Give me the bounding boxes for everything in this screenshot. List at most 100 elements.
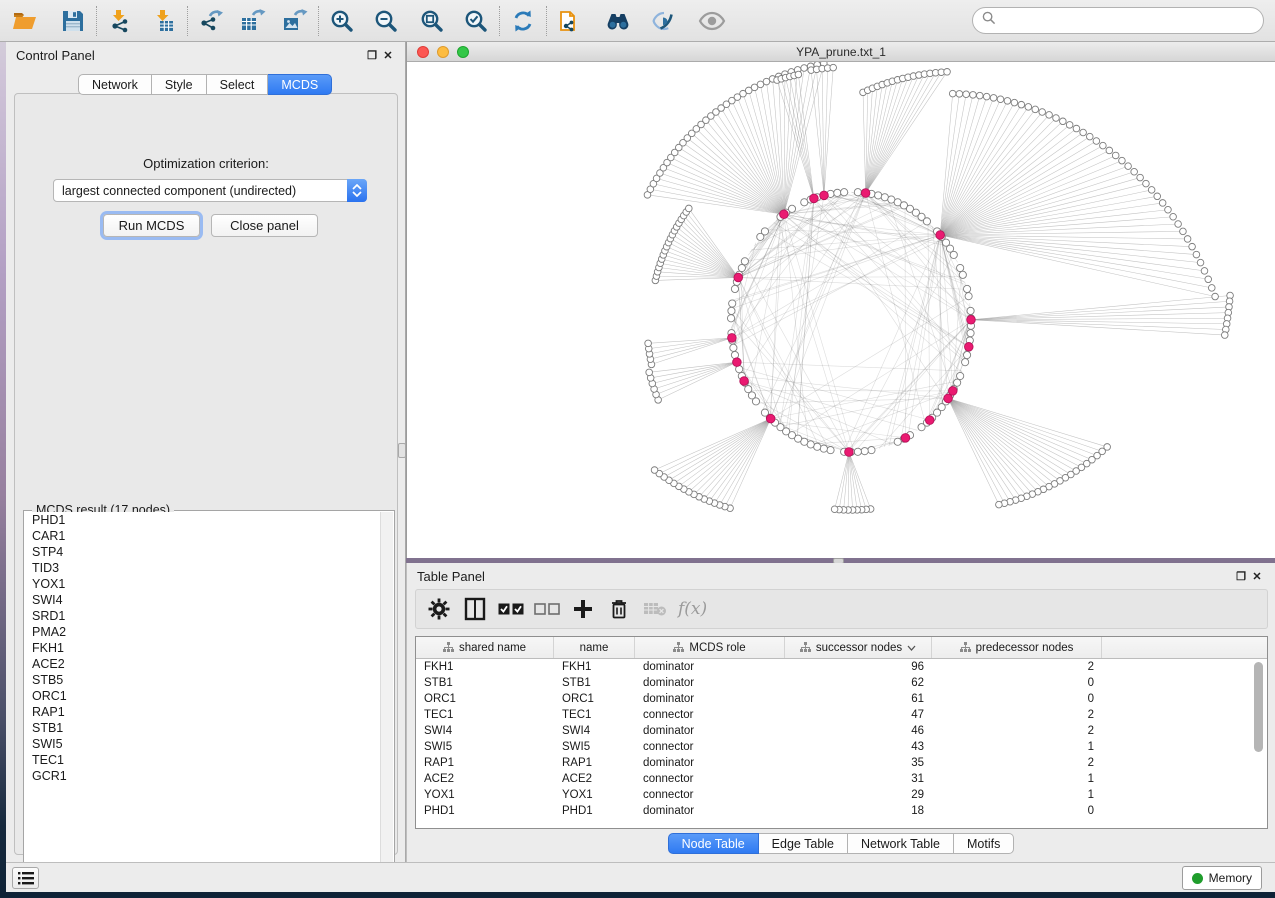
cell-name[interactable]: TEC1 — [554, 707, 635, 723]
leaf-node[interactable] — [1039, 109, 1046, 116]
table-row[interactable]: FKH1FKH1dominator962 — [416, 659, 1267, 675]
tab-network[interactable]: Network — [78, 74, 152, 95]
column-header-predecessor-nodes[interactable]: predecessor nodes — [932, 637, 1102, 658]
cell-shared-name[interactable]: SWI4 — [416, 723, 554, 739]
leaf-node[interactable] — [1106, 147, 1113, 154]
leaf-node[interactable] — [763, 78, 770, 85]
mcds-result-item[interactable]: CAR1 — [25, 528, 380, 544]
mcds-result-item[interactable]: TEC1 — [25, 752, 380, 768]
leaf-node[interactable] — [1197, 259, 1204, 266]
leaf-node[interactable] — [1205, 276, 1212, 283]
mcds-dominator-node[interactable] — [861, 189, 870, 198]
cell-predecessor-nodes[interactable]: 0 — [932, 803, 1102, 819]
run-mcds-button[interactable]: Run MCDS — [103, 214, 200, 237]
leaf-node[interactable] — [1137, 174, 1144, 181]
mcds-dominator-node[interactable] — [728, 334, 737, 343]
refresh-icon[interactable] — [506, 4, 540, 38]
show-graphics-details-icon[interactable] — [695, 4, 729, 38]
cell-shared-name[interactable]: ACE2 — [416, 771, 554, 787]
cell-MCDS-role[interactable]: connector — [635, 787, 785, 803]
leaf-node[interactable] — [830, 64, 837, 71]
cell-predecessor-nodes[interactable]: 2 — [932, 659, 1102, 675]
mcds-dominator-node[interactable] — [780, 210, 789, 219]
cell-name[interactable]: PHD1 — [554, 803, 635, 819]
deselect-all-columns-icon[interactable] — [532, 594, 562, 624]
leaf-node[interactable] — [1208, 285, 1215, 292]
node-table-scrollbar[interactable] — [1253, 661, 1264, 824]
network-file-icon[interactable] — [553, 4, 587, 38]
ring-node[interactable] — [957, 264, 964, 271]
zoom-fit-icon[interactable] — [415, 4, 449, 38]
leaf-node[interactable] — [1053, 115, 1060, 122]
cell-successor-nodes[interactable]: 43 — [785, 739, 932, 755]
float-panel-icon[interactable]: ❐ — [364, 49, 380, 62]
ring-node[interactable] — [834, 189, 841, 196]
ring-node[interactable] — [820, 445, 827, 452]
leaf-node[interactable] — [795, 71, 802, 78]
leaf-node[interactable] — [1148, 187, 1155, 194]
cell-MCDS-role[interactable]: dominator — [635, 691, 785, 707]
ring-node[interactable] — [967, 330, 974, 337]
leaf-node[interactable] — [997, 96, 1004, 103]
leaf-node[interactable] — [1189, 243, 1196, 250]
ring-node[interactable] — [731, 285, 738, 292]
leaf-node[interactable] — [1100, 142, 1107, 149]
leaf-node[interactable] — [1025, 104, 1032, 111]
column-header-successor-nodes[interactable]: successor nodes — [785, 637, 932, 658]
mcds-dominator-node[interactable] — [944, 394, 953, 403]
binoculars-icon[interactable] — [601, 4, 635, 38]
leaf-node[interactable] — [990, 95, 997, 102]
export-table-icon[interactable] — [236, 4, 270, 38]
ring-node[interactable] — [741, 258, 748, 265]
ring-node[interactable] — [761, 409, 768, 416]
leaf-node[interactable] — [1086, 133, 1093, 140]
mcds-result-item[interactable]: STP4 — [25, 544, 380, 560]
cell-MCDS-role[interactable]: connector — [635, 771, 785, 787]
leaf-node[interactable] — [646, 369, 653, 376]
cell-successor-nodes[interactable]: 96 — [785, 659, 932, 675]
cell-shared-name[interactable]: TEC1 — [416, 707, 554, 723]
cell-predecessor-nodes[interactable]: 2 — [932, 755, 1102, 771]
cell-MCDS-role[interactable]: dominator — [635, 755, 785, 771]
cell-name[interactable]: ACE2 — [554, 771, 635, 787]
cell-MCDS-role[interactable]: dominator — [635, 659, 785, 675]
tab-motifs[interactable]: Motifs — [954, 833, 1014, 854]
export-image-icon[interactable] — [278, 4, 312, 38]
close-table-panel-icon[interactable]: ✕ — [1249, 570, 1265, 583]
mcds-result-item[interactable]: ACE2 — [25, 656, 380, 672]
task-history-button[interactable] — [12, 867, 39, 889]
node-table[interactable]: shared namenameMCDS rolesuccessor nodesp… — [415, 636, 1268, 829]
cell-predecessor-nodes[interactable]: 1 — [932, 771, 1102, 787]
cell-shared-name[interactable]: RAP1 — [416, 755, 554, 771]
leaf-node[interactable] — [1159, 200, 1166, 207]
select-all-columns-icon[interactable] — [496, 594, 526, 624]
mcds-dominator-node[interactable] — [845, 448, 854, 457]
leaf-node[interactable] — [1011, 99, 1018, 106]
table-row[interactable]: PHD1PHD1dominator180 — [416, 803, 1267, 819]
cell-MCDS-role[interactable]: connector — [635, 707, 785, 723]
table-row[interactable]: STB1STB1dominator620 — [416, 675, 1267, 691]
mcds-dominator-node[interactable] — [901, 434, 910, 443]
cell-name[interactable]: YOX1 — [554, 787, 635, 803]
memory-button[interactable]: Memory — [1182, 866, 1262, 890]
cell-successor-nodes[interactable]: 46 — [785, 723, 932, 739]
cell-successor-nodes[interactable]: 47 — [785, 707, 932, 723]
cell-MCDS-role[interactable]: dominator — [635, 675, 785, 691]
ring-node[interactable] — [963, 351, 970, 358]
leaf-node[interactable] — [970, 92, 977, 99]
create-column-icon[interactable] — [568, 594, 598, 624]
table-row[interactable]: YOX1YOX1connector291 — [416, 787, 1267, 803]
network-graph-canvas[interactable] — [407, 62, 1275, 557]
cell-successor-nodes[interactable]: 29 — [785, 787, 932, 803]
vertical-splitter-handle[interactable] — [398, 443, 406, 458]
close-panel-button[interactable]: Close panel — [211, 214, 318, 237]
mcds-result-item[interactable]: PHD1 — [25, 512, 380, 528]
search-input[interactable] — [996, 11, 1263, 31]
ring-node[interactable] — [861, 448, 868, 455]
leaf-node[interactable] — [976, 92, 983, 99]
cell-name[interactable]: STB1 — [554, 675, 635, 691]
tab-edge-table[interactable]: Edge Table — [759, 833, 848, 854]
cell-name[interactable]: FKH1 — [554, 659, 635, 675]
ring-node[interactable] — [854, 448, 861, 455]
mcds-dominator-node[interactable] — [948, 387, 957, 396]
